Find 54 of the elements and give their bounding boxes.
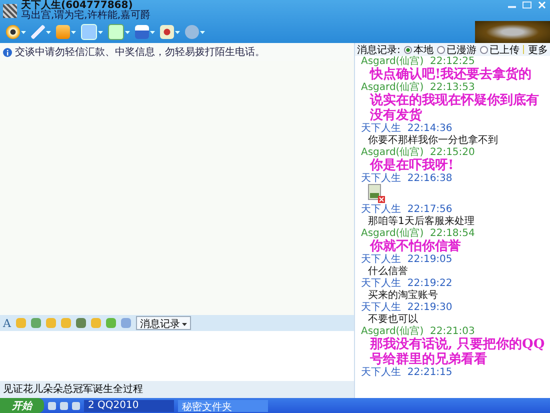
message-header: 天下人生 22:19:30: [361, 302, 454, 313]
message-header: 天下人生 22:17:56: [361, 204, 454, 215]
broken-image-icon: [368, 184, 386, 204]
avatar-icon: [3, 4, 17, 18]
safety-notice: 交谈中请勿轻信汇款、中奖信息，勿轻易拨打陌生电话。: [0, 43, 354, 61]
caret-icon: [200, 30, 205, 34]
toolbar-icon[interactable]: [120, 318, 131, 328]
message-text: 你就不怕你信誉: [368, 239, 462, 254]
caret-icon: [150, 30, 155, 34]
message-text: 说实在的我现在怀疑你到底有没有发货: [368, 93, 540, 123]
status-signature: 马出宫,谓为宅,许杵能,嘉可爵: [21, 11, 152, 21]
toolbar-icon[interactable]: [106, 318, 116, 328]
caret-icon: [71, 30, 76, 34]
message-header: 天下人生 22:19:05: [361, 254, 454, 265]
toolbar-button[interactable]: [135, 25, 155, 39]
message-text: 那我没有话说, 只要把你的QQ号给群里的兄弟看看: [368, 337, 546, 367]
caret-icon: [182, 322, 187, 326]
caret-icon: [21, 30, 26, 34]
caret-icon: [175, 30, 180, 34]
message-text: 什么信誉: [367, 265, 409, 278]
message-header: Asgard(仙宫) 22:15:20: [361, 147, 476, 158]
history-option[interactable]: 已上传: [480, 42, 520, 56]
toolbar-icon[interactable]: [76, 318, 86, 328]
history-label: 消息记录:: [357, 44, 400, 56]
more-link[interactable]: 更多: [528, 42, 548, 56]
message-text: 快点确认吧!我还要去拿货的: [368, 67, 533, 82]
message-text: 不要也可以: [367, 313, 419, 326]
caret-icon: [46, 30, 51, 34]
maximize-icon[interactable]: [522, 1, 532, 9]
status-text: 见证花儿朵朵总冠军诞生全过程: [0, 381, 354, 398]
message-text: 那咱等1天后客服来处理: [367, 215, 476, 228]
message-input[interactable]: [0, 331, 354, 381]
taskbar-button[interactable]: 2 QQ2010: [84, 400, 174, 412]
history-option[interactable]: 已漫游: [437, 42, 476, 56]
message-header: 天下人生 22:21:15: [361, 367, 454, 378]
caret-icon: [125, 30, 130, 34]
message-header: Asgard(仙宫) 22:21:03: [361, 326, 476, 337]
start-button[interactable]: 开始: [0, 398, 44, 413]
toolbar-icon[interactable]: [30, 318, 41, 328]
toolbar-button[interactable]: [6, 25, 26, 39]
message-text: 你是在吓我呀!: [368, 158, 455, 173]
message-header: Asgard(仙宫) 22:18:54: [361, 228, 476, 239]
message-header: 天下人生 22:16:38: [361, 173, 454, 184]
info-icon: [3, 48, 12, 56]
caret-icon: [98, 30, 103, 34]
message-header: 天下人生 22:14:36: [361, 123, 454, 134]
close-icon[interactable]: [537, 1, 547, 9]
font-button[interactable]: A: [3, 316, 11, 330]
message-text: 买来的淘宝账号: [367, 289, 439, 302]
message-header: 天下人生 22:19:22: [361, 278, 454, 289]
message-text: 你要不那样我你一分也拿不到: [367, 134, 499, 146]
history-button[interactable]: 消息记录: [136, 316, 191, 330]
message-header: Asgard(仙宫) 22:13:53: [361, 82, 476, 93]
history-option[interactable]: 本地: [404, 42, 434, 56]
